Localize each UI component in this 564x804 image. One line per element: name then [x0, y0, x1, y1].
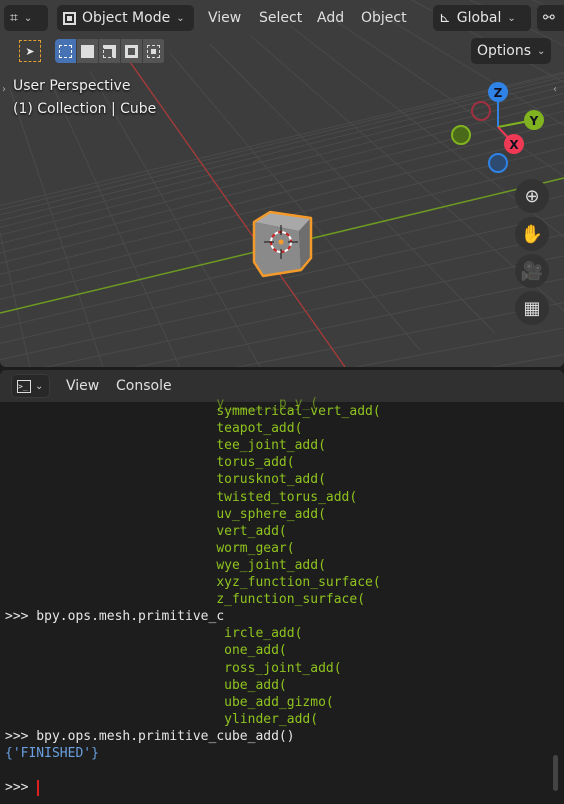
- view-perspective-label: User Perspective: [13, 78, 131, 94]
- orientation-label: Global: [456, 10, 502, 26]
- select-invert-icon: [125, 44, 138, 58]
- select-subtract-icon: [103, 44, 116, 58]
- object-mode-icon: [63, 11, 76, 25]
- gizmo-y-label[interactable]: Y: [529, 114, 539, 128]
- console-scrollbar[interactable]: [553, 755, 558, 791]
- 3d-viewport[interactable]: Z Y X ⌗ ⌄ Object Mode ⌄ View Select Add Ob…: [0, 0, 564, 367]
- menu-add[interactable]: Add: [317, 10, 344, 26]
- collection-label: (1) Collection | Cube: [13, 101, 157, 117]
- options-dropdown[interactable]: Options ⌄: [471, 38, 551, 64]
- select-extend-button[interactable]: [77, 39, 99, 63]
- chevron-down-icon: ⌄: [176, 12, 185, 24]
- console-line: >>>: [5, 780, 37, 796]
- pivot-button[interactable]: ⚯: [537, 5, 564, 31]
- console-line: vert_add(: [5, 523, 287, 539]
- console-line: ylinder_add(: [5, 711, 319, 727]
- select-tool-button[interactable]: ➤: [19, 40, 41, 62]
- console-line: {'FINISHED'}: [5, 746, 99, 761]
- gizmo-x-label[interactable]: X: [509, 138, 519, 152]
- mode-label: Object Mode: [82, 10, 171, 26]
- camera-icon[interactable]: 🎥: [515, 254, 549, 288]
- console-line: xyz_function_surface(: [5, 575, 381, 590]
- console-line: one_add(: [5, 643, 287, 659]
- select-invert-button[interactable]: [121, 39, 143, 63]
- console-line: uv_sphere_add(: [5, 506, 326, 522]
- console-line: tee_joint_add(: [5, 438, 326, 454]
- console-line: torus_add(: [5, 455, 295, 471]
- python-console[interactable]: y_____ _p_y_( symmetrical_vert_add( teap…: [0, 396, 564, 804]
- grid-ortho-icon[interactable]: ▦: [515, 291, 549, 325]
- select-new-icon: [59, 44, 72, 58]
- zoom-icon[interactable]: ⊕: [515, 179, 549, 213]
- console-line: worm_gear(: [5, 540, 295, 556]
- orientation-icon: ⊾: [439, 10, 451, 26]
- console-line: >>> bpy.ops.mesh.primitive_c: [5, 609, 225, 625]
- console-line: z_function_surface(: [5, 592, 366, 608]
- chevron-down-icon: ⌄: [35, 380, 44, 392]
- viewport-editor-icon: ⌗: [10, 10, 18, 26]
- gizmo-z-label[interactable]: Z: [494, 86, 503, 100]
- toolbar-expand-icon[interactable]: ›: [2, 84, 6, 95]
- select-intersect-button[interactable]: [143, 39, 165, 63]
- select-extend-icon: [81, 44, 94, 58]
- console-icon: >_: [17, 379, 31, 393]
- console-line: symmetrical_vert_add(: [5, 404, 381, 419]
- console-line: twisted_torus_add(: [5, 489, 358, 505]
- console-line: ross_joint_add(: [5, 660, 342, 676]
- console-line: teapot_add(: [5, 421, 303, 437]
- menu-view[interactable]: View: [66, 378, 99, 394]
- console-line: ube_add_gizmo(: [5, 694, 334, 710]
- menu-view[interactable]: View: [208, 10, 241, 26]
- console-line: torusknot_add(: [5, 472, 326, 488]
- text-cursor: [37, 780, 39, 797]
- chevron-down-icon: ⌄: [537, 45, 546, 57]
- chevron-down-icon: ⌄: [507, 12, 516, 24]
- selection-mode-group: [55, 39, 165, 63]
- chevron-down-icon: ⌄: [23, 12, 33, 24]
- cursor-arrow-icon: ➤: [25, 44, 35, 58]
- menu-object[interactable]: Object: [361, 10, 407, 26]
- x-axis-line: [129, 61, 346, 367]
- select-subtract-button[interactable]: [99, 39, 121, 63]
- hand-pan-icon[interactable]: ✋: [515, 217, 549, 251]
- console-line: ube_add(: [5, 677, 287, 693]
- console-line: wye_joint_add(: [5, 557, 326, 573]
- link-icon: ⚯: [543, 10, 555, 26]
- editor-type-button[interactable]: ⌗ ⌄: [4, 5, 48, 31]
- options-label: Options: [477, 43, 532, 59]
- console-line: ircle_add(: [5, 626, 303, 642]
- menu-select[interactable]: Select: [259, 10, 302, 26]
- sidebar-expand-icon[interactable]: ‹: [553, 84, 557, 95]
- mode-dropdown[interactable]: Object Mode ⌄: [57, 5, 194, 31]
- transform-orientation-dropdown[interactable]: ⊾ Global ⌄: [433, 5, 531, 31]
- console-line: >>> bpy.ops.mesh.primitive_cube_add(): [5, 728, 295, 744]
- menu-console[interactable]: Console: [116, 378, 172, 394]
- select-new-button[interactable]: [55, 39, 77, 63]
- select-intersect-icon: [147, 44, 160, 58]
